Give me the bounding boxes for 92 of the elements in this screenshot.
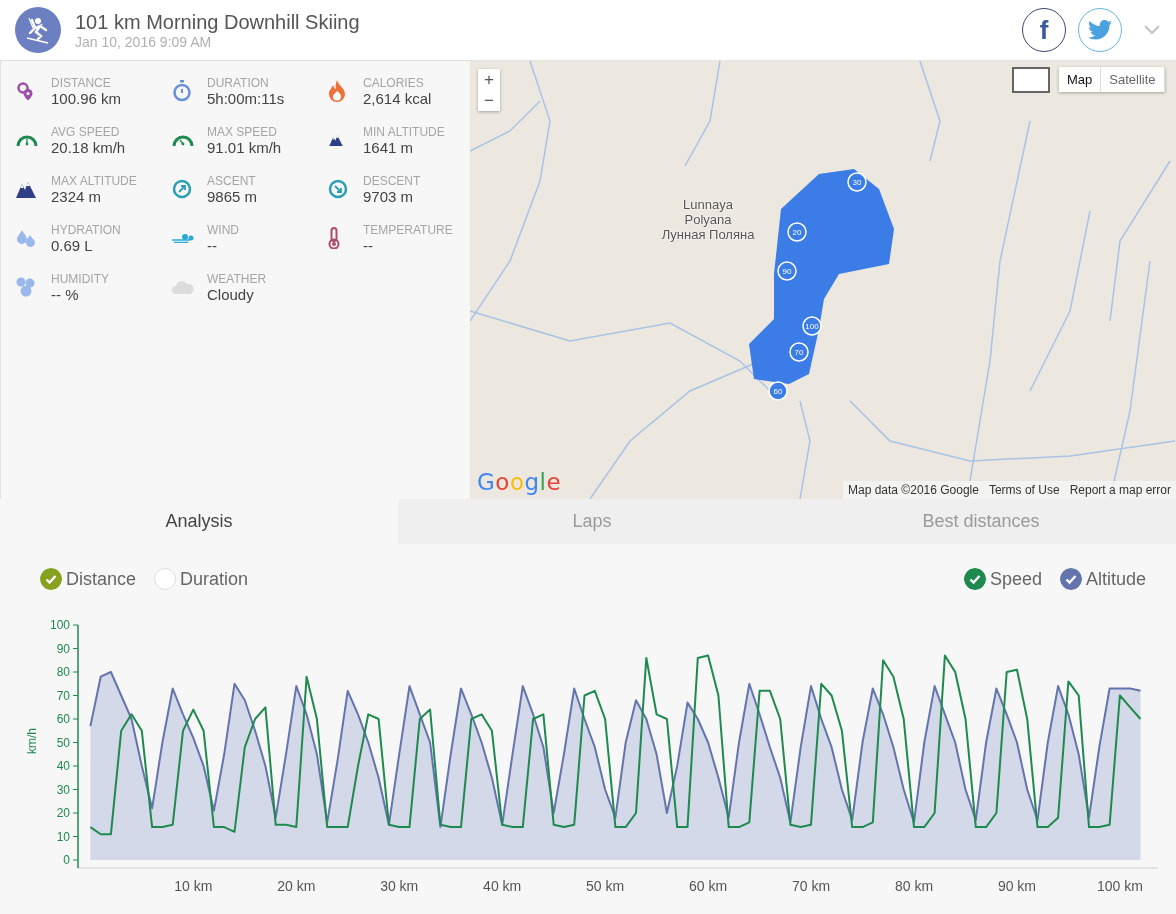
axis-mode-option[interactable]: Distance [40,568,137,590]
map-logo: Google [477,469,562,495]
flame-icon [328,80,346,102]
arrow-down-right-circle-icon [328,179,348,199]
twitter-share-button[interactable] [1078,8,1122,52]
axis-mode-option[interactable]: Duration [154,568,249,590]
map-attribution-link[interactable]: Report a map error [1064,483,1176,497]
axis-label: 80 [56,665,70,679]
stat-label: MAX SPEED [207,125,279,139]
map-attribution-link[interactable]: Terms of Use [983,483,1065,497]
route-marker[interactable]: 70 [789,342,809,362]
route-marker[interactable]: 60 [768,381,788,401]
activity-title: 101 km Morning Downhill Skiing [75,9,361,34]
axis-label: 20 [56,806,70,820]
stat-value: 2324 m [51,188,103,205]
route-marker[interactable]: 30 [847,172,867,192]
axis-label: 100 [49,618,70,632]
stat-value: 2,614 kcal [363,90,432,107]
speedometer-icon [16,133,38,147]
map-type-button[interactable]: Map [1059,67,1102,92]
water-drops-icon [16,228,36,248]
wind-icon [172,233,194,243]
place-label: Lunnaya Polyana [682,197,734,227]
axis-label: 50 km [586,878,625,894]
stat-label: ASCENT [207,174,257,188]
stat-value: 100.96 km [51,90,122,107]
stat-label: HYDRATION [51,223,121,237]
mountains-icon [328,134,344,146]
axis-label: 40 [56,759,70,773]
stat-value: 91.01 km/h [207,139,282,156]
place-label: Лунная Поляна [660,227,756,242]
axis-title: km/h [25,728,39,754]
stat-value: 9703 m [363,188,415,205]
stat-value: 0.69 L [51,237,94,254]
stat-value: -- % [51,286,80,303]
thermometer-icon [328,227,340,249]
mountains-icon [16,180,36,198]
stat-value: -- [207,237,218,254]
activity-date: Jan 10, 2016 9:09 AM [75,33,213,51]
series-toggle[interactable]: Altitude [1059,568,1146,590]
axis-label: 40 km [483,878,522,894]
stat-label: CALORIES [363,76,425,90]
axis-label: 90 [56,641,70,656]
stat-value: Cloudy [207,286,255,303]
axis-label: 70 km [792,878,831,894]
map-type-button[interactable]: Satellite [1101,67,1165,92]
bird-icon [1088,20,1112,40]
axis-label: 30 km [380,878,419,894]
route-marker[interactable]: 90 [777,261,797,281]
stat-value: 1641 m [363,139,415,156]
stat-label: HUMIDITY [51,272,109,286]
water-drops-icon [16,276,36,298]
axis-label: 20 km [277,878,316,894]
axis-label: 50 [56,735,70,750]
zoom-out-button[interactable]: − [478,90,500,111]
speedometer-icon [172,133,194,147]
stat-value: 5h:00m:11s [207,90,285,107]
map-attribution-link[interactable]: Map data ©2016 Google [843,483,984,497]
skier-avatar-icon [15,7,61,53]
axis-label: 60 km [689,878,728,894]
stopwatch-icon [172,80,192,102]
cloud-icon [172,280,194,294]
stat-label: MAX ALTITUDE [51,174,137,188]
stat-label: AVG SPEED [51,125,121,139]
axis-label: 90 km [997,878,1036,894]
stat-label: DISTANCE [51,76,112,90]
stat-label: WIND [207,223,239,237]
axis-label: 100 km [1096,878,1143,894]
stat-label: MIN ALTITUDE [363,125,445,139]
facebook-share-button[interactable]: f [1022,8,1066,52]
route-marker[interactable]: 100 [802,316,822,336]
axis-label: 10 km [174,878,213,894]
stat-label: DURATION [207,76,270,90]
axis-label: 10 [56,829,70,844]
axis-label: 80 km [894,878,934,894]
stat-value: 20.18 km/h [51,139,126,156]
axis-label: 60 [56,712,70,726]
fullscreen-button[interactable] [1012,67,1050,93]
stat-label: TEMPERATURE [363,223,453,237]
stat-value: 9865 m [207,188,258,205]
stat-label: WEATHER [207,272,267,286]
axis-label: 70 [56,688,70,703]
chevron-down-icon[interactable] [1144,25,1160,35]
zoom-in-button[interactable]: + [478,69,500,90]
map-view[interactable]: 30 20 90 100 70 60 + − Map Satellite Lunnaya Polyana Лунная Поляна Google Map data ©2016 Google Terms of Use Report a map error [470,61,1176,499]
route-marker[interactable]: 20 [787,222,807,242]
stat-value: -- [363,237,374,254]
stat-label: DESCENT [363,174,421,188]
series-toggle[interactable]: Speed [963,568,1042,590]
axis-label: 30 [56,782,70,797]
axis-label: 0 [63,853,70,867]
arrow-up-right-circle-icon [172,179,192,199]
